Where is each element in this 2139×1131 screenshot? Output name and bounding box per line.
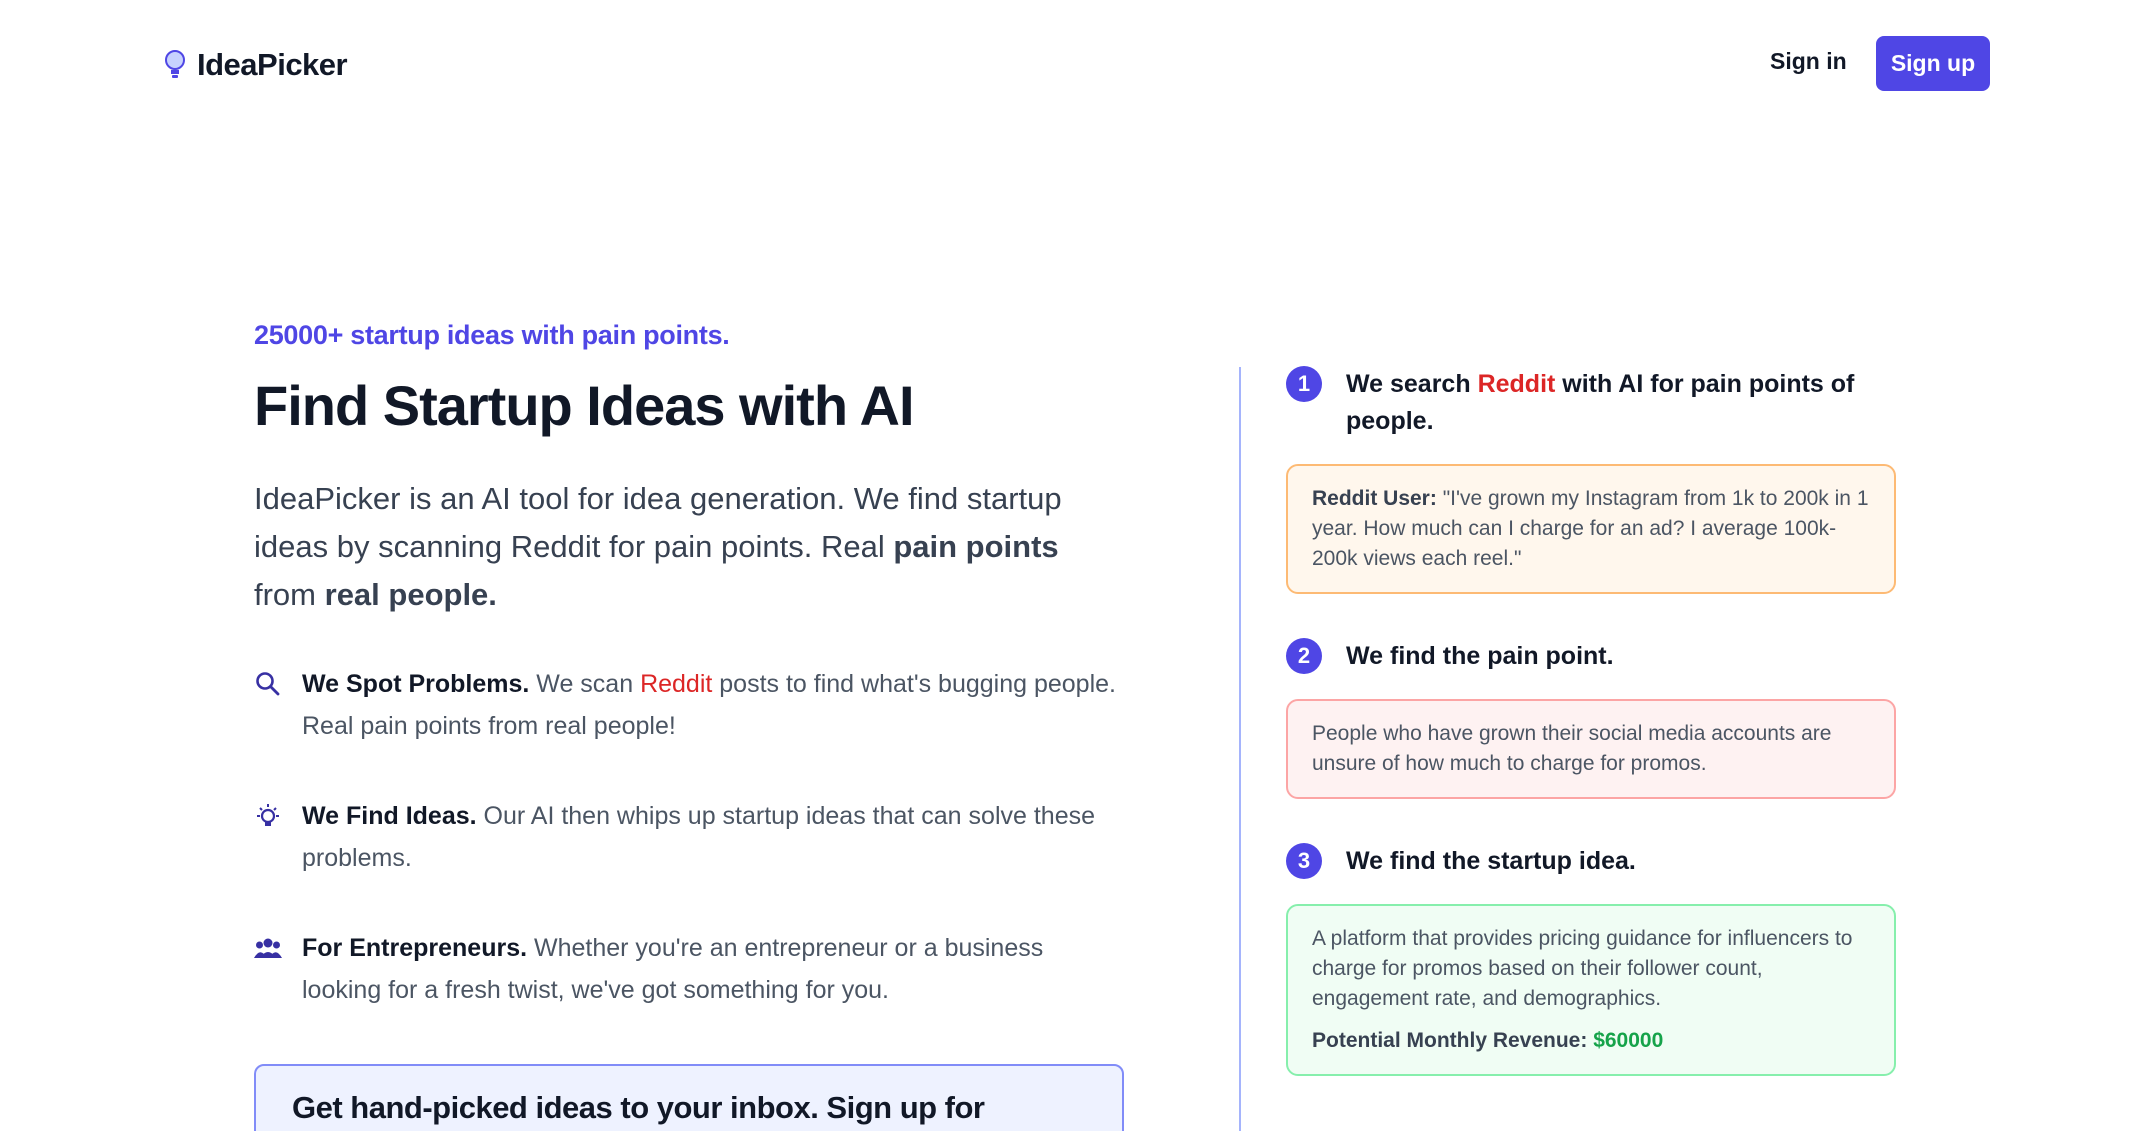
feature-title: We Find Ideas. bbox=[302, 801, 477, 830]
card-text: People who have grown their social media… bbox=[1312, 722, 1832, 775]
step-title: We find the startup idea. bbox=[1346, 847, 1636, 875]
lead-text-2: from bbox=[254, 576, 325, 612]
startup-idea-card: A platform that provides pricing guidanc… bbox=[1286, 904, 1896, 1076]
reddit-quote-card: Reddit User: "I've grown my Instagram fr… bbox=[1286, 464, 1896, 594]
step-2: 2 We find the pain point. bbox=[1286, 638, 1896, 675]
step-title: We find the pain point. bbox=[1346, 642, 1614, 670]
pain-point-card: People who have grown their social media… bbox=[1286, 699, 1896, 799]
step-title-text: We search bbox=[1346, 370, 1478, 398]
brand-name: IdeaPicker bbox=[197, 47, 348, 82]
how-it-works: 1 We search Reddit with AI for pain poin… bbox=[1286, 366, 1896, 1076]
feature-title: For Entrepreneurs. bbox=[302, 933, 528, 962]
revenue-line: Potential Monthly Revenue: $60000 bbox=[1312, 1026, 1870, 1056]
lead-bold-1: pain points bbox=[893, 528, 1059, 564]
step-number: 1 bbox=[1286, 366, 1322, 402]
revenue-label: Potential Monthly Revenue: bbox=[1312, 1029, 1588, 1052]
feature-title: We Spot Problems. bbox=[302, 669, 530, 698]
feature-spot-problems: We Spot Problems. We scan Reddit posts t… bbox=[254, 663, 1124, 747]
feature-text: We scan bbox=[529, 669, 641, 698]
reddit-highlight: Reddit bbox=[1477, 370, 1556, 398]
lead-bold-2: real people. bbox=[324, 576, 497, 612]
card-label: Reddit User: bbox=[1312, 487, 1437, 510]
lightbulb-icon bbox=[257, 803, 279, 826]
vertical-divider bbox=[1239, 367, 1241, 1131]
feature-find-ideas: We Find Ideas. Our AI then whips up star… bbox=[254, 795, 1124, 879]
sign-up-button[interactable]: Sign up bbox=[1876, 36, 1990, 91]
revenue-value: $60000 bbox=[1593, 1029, 1664, 1052]
newsletter-cta: Get hand-picked ideas to your inbox. Sig… bbox=[254, 1064, 1124, 1131]
step-1: 1 We search Reddit with AI for pain poin… bbox=[1286, 366, 1896, 440]
step-title: We search Reddit with AI for pain points… bbox=[1346, 366, 1896, 440]
cta-heading: Get hand-picked ideas to your inbox. Sig… bbox=[292, 1090, 985, 1125]
lightbulb-logo-icon bbox=[165, 50, 185, 78]
hero-eyebrow: 25000+ startup ideas with pain points. bbox=[254, 320, 730, 350]
feature-entrepreneurs: For Entrepreneurs. Whether you're an ent… bbox=[254, 927, 1124, 1011]
card-text: A platform that provides pricing guidanc… bbox=[1312, 927, 1853, 1010]
sign-in-link[interactable]: Sign in bbox=[1770, 48, 1847, 75]
feature-list: We Spot Problems. We scan Reddit posts t… bbox=[254, 663, 1124, 1011]
hero-section: 25000+ startup ideas with pain points. F… bbox=[254, 320, 1124, 1059]
logo[interactable]: IdeaPicker bbox=[163, 47, 348, 83]
hero-lead: IdeaPicker is an AI tool for idea genera… bbox=[254, 475, 1124, 619]
site-header: IdeaPicker Sign in Sign up bbox=[0, 0, 2139, 130]
step-3: 3 We find the startup idea. bbox=[1286, 843, 1896, 880]
page-title: Find Startup Ideas with AI bbox=[254, 374, 915, 437]
users-icon bbox=[254, 938, 282, 958]
step-number: 3 bbox=[1286, 843, 1322, 879]
step-number: 2 bbox=[1286, 638, 1322, 674]
search-icon bbox=[256, 671, 280, 695]
reddit-highlight: Reddit bbox=[640, 669, 713, 698]
